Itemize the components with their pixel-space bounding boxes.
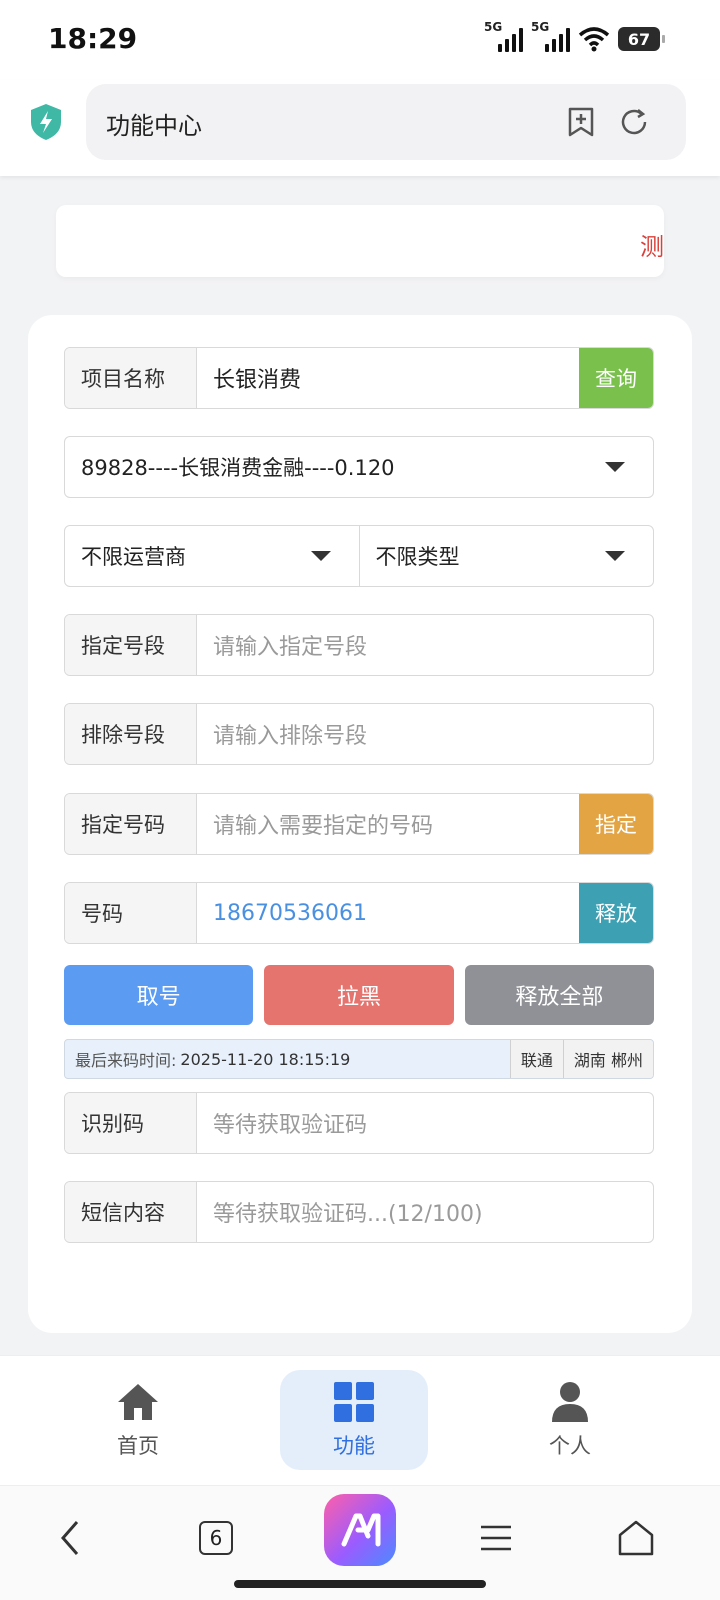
home-indicator [234,1580,486,1588]
chevron-down-icon [310,551,331,561]
logo-icon [341,1513,381,1547]
back-button[interactable] [40,1508,100,1568]
tab-profile[interactable]: 个人 [496,1370,644,1470]
project-name-group: 项目名称 长银消费 查询 [64,347,654,409]
exclude-prefix-group: 排除号段 请输入排除号段 [64,703,654,765]
specify-prefix-group: 指定号段 请输入指定号段 [64,614,654,676]
chevron-down-icon [605,462,625,472]
exclude-prefix-label: 排除号段 [65,704,197,764]
number-value[interactable]: 18670536061 [197,883,579,943]
reload-icon[interactable] [618,106,650,138]
specify-prefix-label: 指定号段 [65,615,197,675]
user-icon [552,1382,588,1422]
tab-features[interactable]: 功能 [280,1370,428,1470]
menu-icon [481,1525,511,1551]
number-label: 号码 [65,883,197,943]
home-icon [118,1384,158,1420]
tab-features-label: 功能 [333,1434,375,1458]
status-time: 18:29 [48,22,138,55]
last-code-label: 最后来码时间: [75,1051,177,1070]
home-outline-icon [618,1520,654,1556]
chevron-left-icon [61,1521,79,1555]
app-tabbar: 首页 功能 个人 [0,1355,720,1485]
sms-input[interactable]: 等待获取验证码...(12/100) [197,1182,653,1242]
block-button[interactable]: 拉黑 [264,965,454,1025]
tab-profile-label: 个人 [549,1434,591,1458]
project-name-label: 项目名称 [65,348,197,408]
notice-marquee: 测 [56,205,664,277]
code-label: 识别码 [65,1093,197,1153]
last-code-info: 最后来码时间: 2025-11-20 18:15:19 联通 湖南 郴州 [64,1039,654,1079]
operator-select[interactable]: 不限运营商 [65,526,359,586]
release-button[interactable]: 释放 [579,883,653,943]
specify-number-input[interactable]: 请输入需要指定的号码 [197,794,579,854]
query-button[interactable]: 查询 [579,348,653,408]
chevron-down-icon [605,551,625,561]
project-name-input[interactable]: 长银消费 [197,348,579,408]
code-input[interactable]: 等待获取验证码 [197,1093,653,1153]
specify-button[interactable]: 指定 [579,794,653,854]
code-group: 识别码 等待获取验证码 [64,1092,654,1154]
type-select-value: 不限类型 [375,545,460,569]
project-select[interactable]: 89828----长银消费金融----0.120 [64,436,654,498]
notice-text: 测 [640,233,664,261]
action-buttons: 取号 拉黑 释放全部 [64,965,654,1025]
menu-button[interactable] [466,1508,526,1568]
number-group: 号码 18670536061 释放 [64,882,654,944]
region-badge: 湖南 郴州 [562,1040,653,1078]
sms-label: 短信内容 [65,1182,197,1242]
wifi-icon [578,27,610,52]
tabs-button[interactable]: 6 [186,1508,246,1568]
exclude-prefix-input[interactable]: 请输入排除号段 [197,704,653,764]
cellular-signal-2-icon: 5G [531,20,570,52]
project-select-value: 89828----长银消费金融----0.120 [81,456,395,480]
status-icons: 5G 5G 67 [484,20,665,56]
home-button[interactable] [606,1508,666,1568]
address-bar[interactable]: 功能中心 [86,84,686,160]
cellular-signal-icon: 5G [484,20,523,52]
tabs-count: 6 [199,1521,233,1555]
last-code-time: 最后来码时间: 2025-11-20 18:15:19 [65,1040,510,1078]
tab-home-label: 首页 [117,1434,159,1458]
shield-icon [31,104,61,140]
type-select[interactable]: 不限类型 [358,526,654,586]
page-title: 功能中心 [106,112,202,140]
browser-header: 功能中心 [0,80,720,176]
tab-home[interactable]: 首页 [64,1370,212,1470]
get-number-button[interactable]: 取号 [64,965,254,1025]
specify-number-group: 指定号码 请输入需要指定的号码 指定 [64,793,654,855]
filter-selects: 不限运营商 不限类型 [64,525,654,587]
battery-icon: 67 [618,27,665,51]
app-logo[interactable] [324,1494,396,1566]
specify-number-label: 指定号码 [65,794,197,854]
grid-icon [334,1382,374,1422]
last-code-time-value: 2025-11-20 18:15:19 [180,1049,351,1069]
specify-prefix-input[interactable]: 请输入指定号段 [197,615,653,675]
sms-group: 短信内容 等待获取验证码...(12/100) [64,1181,654,1243]
carrier-badge: 联通 [509,1040,563,1078]
bookmark-add-icon[interactable] [566,106,596,138]
status-bar: 18:29 5G 5G 67 [0,0,720,80]
release-all-button[interactable]: 释放全部 [464,965,654,1025]
function-card: 项目名称 长银消费 查询 89828----长银消费金融----0.120 不限… [28,315,692,1333]
operator-select-value: 不限运营商 [81,545,186,569]
